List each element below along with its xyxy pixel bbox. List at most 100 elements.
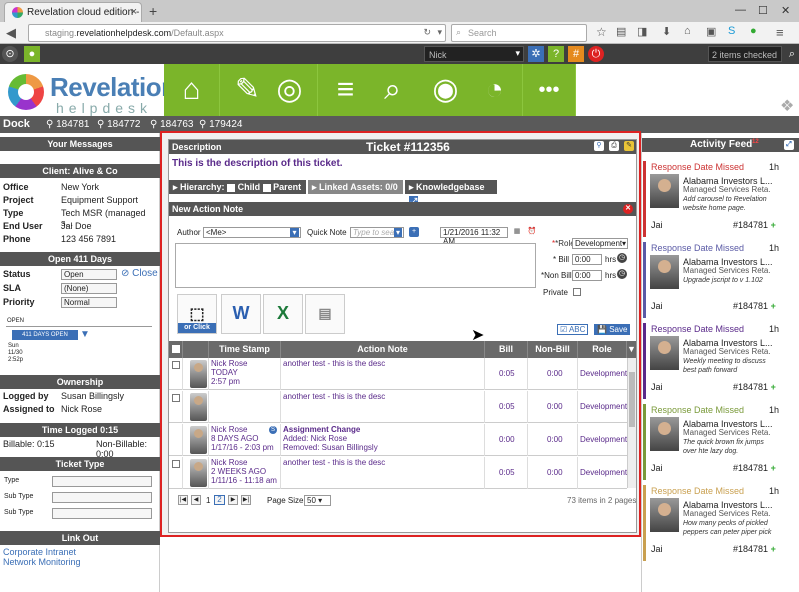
search-tile[interactable]: ⌕ [365,64,421,116]
excel-template-button[interactable]: X [263,294,303,334]
subtype2-select[interactable] [52,508,152,519]
power-icon[interactable]: ⏻ [588,46,604,62]
window-close-icon[interactable]: ✕ [781,4,790,17]
prev-page-button[interactable]: ◀ [191,495,201,505]
help-icon[interactable]: ? [548,46,564,62]
user-select[interactable]: Nick ▾ [424,46,524,62]
corporate-intranet-link[interactable]: Corporate Intranet [3,547,76,557]
feed-ticket-link[interactable]: #184781 + [733,301,776,311]
sla-select[interactable]: (None) [61,283,117,294]
maximize-icon[interactable]: ☐ [758,4,768,17]
ticket-type-header[interactable]: Ticket Type [0,457,160,471]
feed-ticket-link[interactable]: #184781 + [733,220,776,230]
author-select[interactable]: <Me> ▾ [203,227,301,238]
quick-note-input[interactable]: Type to sear ▾ [350,227,404,238]
nonbill-input[interactable]: 0:00 [572,270,602,281]
skype-icon[interactable]: S [728,25,735,37]
page-size-select[interactable]: 50 ▾ [304,495,331,506]
scroll-thumb[interactable] [629,372,635,427]
pocket-icon[interactable]: ◨ [637,25,647,38]
parent-checkbox[interactable] [262,183,271,192]
url-bar[interactable]: staging.revelationhelpdesk.com/Default.a… [28,24,446,42]
private-checkbox[interactable] [573,288,581,296]
support-tile[interactable]: ◉ [418,64,474,116]
feed-ticket-link[interactable]: #184781 + [733,382,776,392]
add-icon[interactable]: + [771,382,776,392]
location-icon[interactable]: ⚲ [594,141,604,151]
child-checkbox[interactable] [227,183,236,192]
page-1-link[interactable]: 1 [206,496,210,506]
activity-feed-item[interactable]: Response Date Missed 1h Alabama Investors … [643,242,799,318]
date-input[interactable]: 1/21/2016 11:32 AM [440,227,508,246]
filter-icon[interactable]: ▼ [627,341,636,358]
reports-tile[interactable]: ◔ [467,64,523,116]
bill-input[interactable]: 0:00 [572,254,602,265]
timer-icon[interactable]: ◷ [617,269,627,279]
new-tab-icon[interactable]: + [149,3,157,19]
items-checked-select[interactable]: 2 items checked [708,46,782,62]
url-dropdown-icon[interactable]: ▾ [437,27,442,38]
dock-item[interactable]: ⚲ 184781 [36,119,89,130]
menu-icon[interactable]: ≡ [776,25,784,40]
network-icon[interactable]: ❖ [780,96,794,116]
add-icon[interactable]: + [771,463,776,473]
hash-icon[interactable]: # [568,46,584,62]
role-select[interactable]: Development ▾ [572,238,628,249]
role-column-header[interactable]: Role [578,341,627,358]
client-header[interactable]: Client: Alive & Co [0,164,160,178]
nonbill-column-header[interactable]: Non-Bill [528,341,578,358]
subtype-select[interactable] [52,492,152,503]
alarm-clock-icon[interactable]: ⏰ [527,227,537,237]
link-out-header[interactable]: Link Out [0,531,160,545]
extension-icon[interactable]: ▣ [706,25,716,38]
feed-ticket-link[interactable]: #184781 + [733,463,776,473]
timestamp-column-header[interactable]: Time Stamp [209,341,281,358]
activity-feed-item[interactable]: Response Date Missed 1h Alabama Investors … [643,323,799,399]
activity-feed-item[interactable]: Response Date Missed 1h Alabama Investors … [643,161,799,237]
add-icon[interactable]: + [771,220,776,230]
action-note-textarea[interactable] [175,243,536,288]
more-tile[interactable]: ••• [523,64,576,116]
reload-icon[interactable]: ↻ [423,27,431,38]
bookmark-star-icon[interactable]: ☆ [596,25,607,39]
grid-scrollbar[interactable] [627,358,636,488]
table-row[interactable]: another test - this is the desc 0:05 0:0… [169,391,627,423]
settings-wheel-icon[interactable]: ⊙ [2,46,18,62]
dock-item[interactable]: ⚲ 184763 [140,119,193,130]
open-days-header[interactable]: Open 411 Days [0,252,160,266]
download-icon[interactable]: ⬇ [662,25,671,38]
activity-feed-item[interactable]: Response Date Missed 1h Alabama Investors … [643,485,799,561]
spellcheck-button[interactable]: ☑ ABC [557,324,589,335]
table-row[interactable]: Nick Rose S 8 DAYS AGO 1/17/16 - 2:03 pm… [169,424,627,456]
select-all-checkbox[interactable] [169,341,183,358]
add-icon[interactable]: + [771,544,776,554]
next-page-button[interactable]: ▶ [228,495,238,505]
add-icon[interactable]: + [771,301,776,311]
knowledgebase-tab[interactable]: ▸ Knowledgebase ⤢ [405,180,497,206]
print-icon[interactable]: ⎙ [609,141,619,151]
home-icon[interactable]: ⌂ [684,25,691,37]
network-monitoring-link[interactable]: Network Monitoring [3,557,81,567]
bookmarks-icon[interactable]: ▤ [616,25,626,38]
activity-feed-item[interactable]: Response Date Missed 1h Alabama Investors … [643,404,799,480]
close-action-note-icon[interactable]: ✕ [623,204,633,214]
sync-icon[interactable]: ● [750,25,757,37]
screenshot-button[interactable]: ▤ [305,294,345,334]
refresh-tile[interactable]: ◎ [262,64,318,116]
status-select[interactable]: Open [61,269,117,280]
feed-ticket-link[interactable]: #184781 + [733,544,776,554]
messages-header[interactable]: Your Messages [0,137,160,151]
dock-item[interactable]: ⚲ 179424 [189,119,242,130]
ownership-header[interactable]: Ownership [0,375,160,389]
home-tile[interactable]: ⌂ [164,64,220,116]
close-button[interactable]: ⊘ Close [121,268,158,279]
word-template-button[interactable]: W [221,294,261,334]
time-logged-header[interactable]: Time Logged 0:15 [0,423,160,437]
attach-file-button[interactable]: ⬚ or Click [177,294,217,334]
add-quick-note-icon[interactable]: + [409,227,419,237]
expand-feed-icon[interactable]: ⤢ [784,140,794,150]
calendar-icon[interactable]: ▦ [512,227,522,237]
save-button[interactable]: 💾 Save [594,324,631,335]
timer-icon[interactable]: ◷ [617,253,627,263]
back-icon[interactable]: ◀ [6,25,16,41]
